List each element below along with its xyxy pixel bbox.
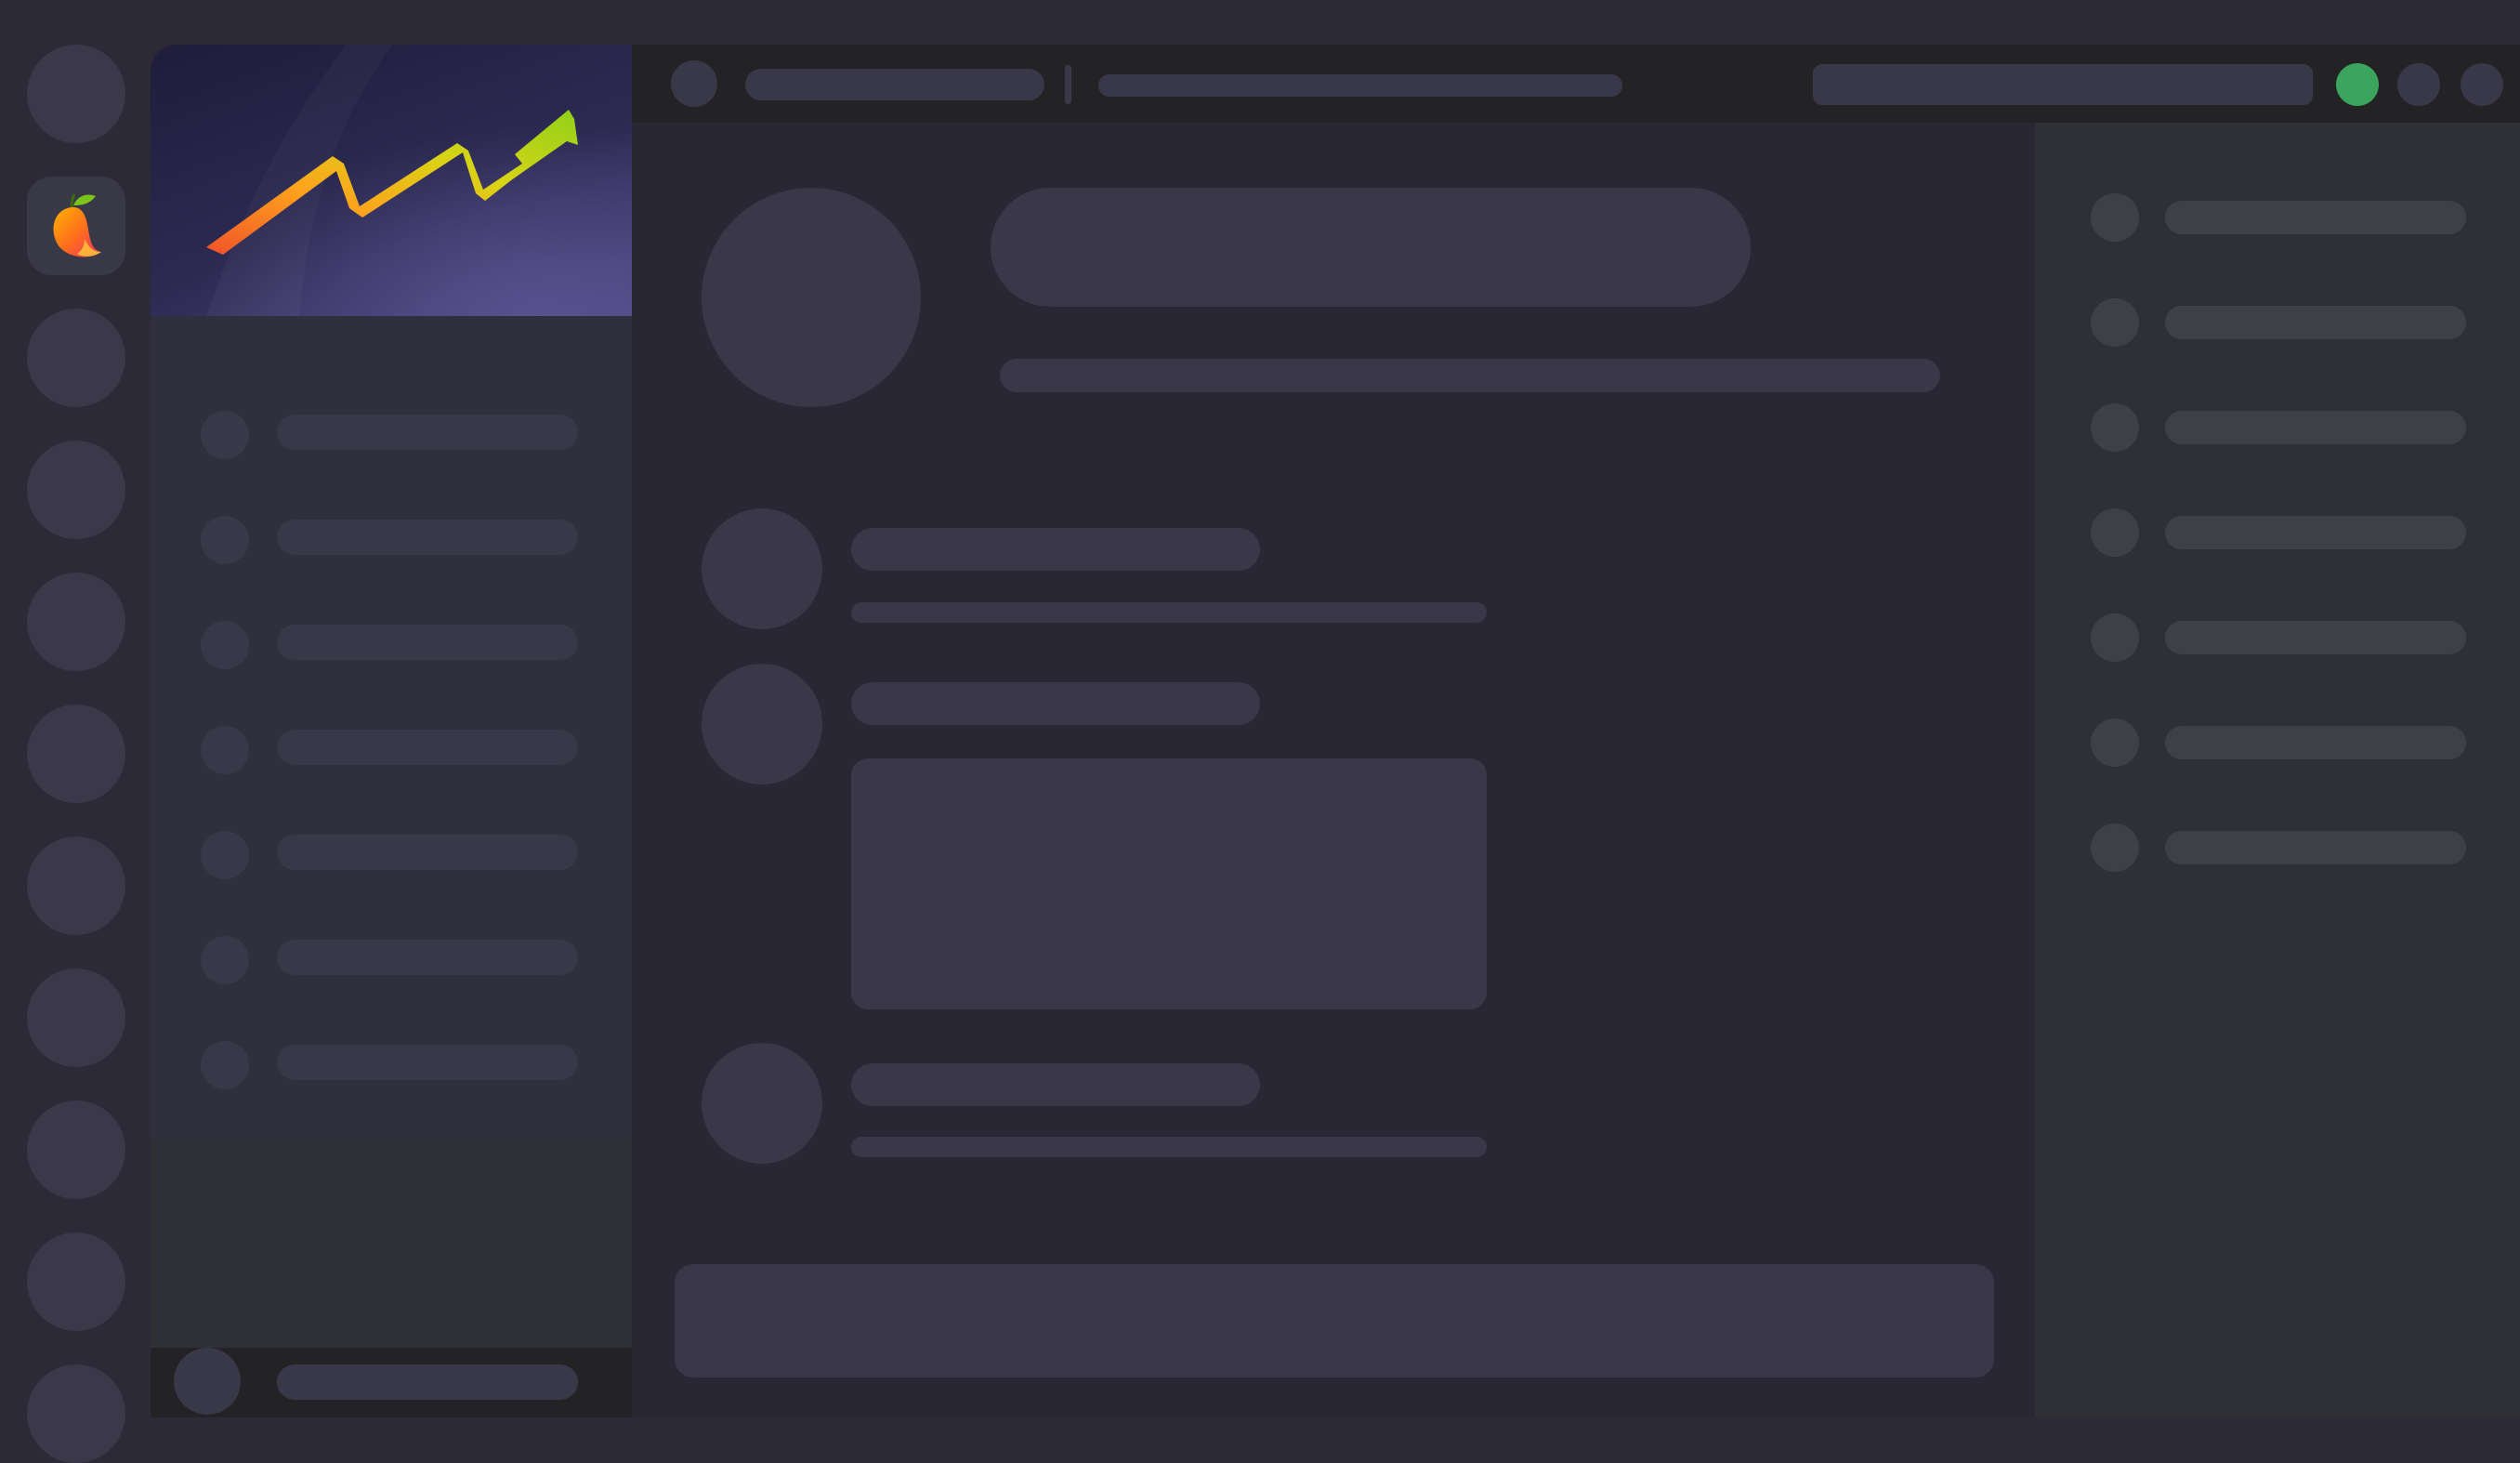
channel-item[interactable] — [277, 1045, 578, 1080]
help-icon[interactable] — [2461, 63, 2503, 106]
server-banner[interactable] — [151, 45, 632, 316]
channel-name — [745, 69, 1044, 100]
member-avatar[interactable] — [2091, 718, 2139, 767]
server-icon-home[interactable] — [27, 45, 125, 143]
message-avatar[interactable] — [702, 664, 822, 784]
server-icon[interactable] — [27, 1364, 125, 1463]
channel-item[interactable] — [277, 835, 578, 870]
channel-item[interactable] — [277, 625, 578, 660]
message-avatar[interactable] — [702, 508, 822, 629]
message-author[interactable] — [851, 528, 1260, 571]
server-icon[interactable] — [27, 969, 125, 1067]
channel-item[interactable] — [277, 730, 578, 765]
channel-icon — [201, 621, 249, 669]
channel-icon — [201, 1041, 249, 1089]
member-item[interactable] — [2165, 411, 2466, 444]
mango-logo-icon — [53, 193, 101, 257]
channel-icon — [201, 516, 249, 564]
trending-up-arrow-icon — [151, 45, 632, 316]
server-icon-mango[interactable] — [27, 177, 125, 275]
member-avatar[interactable] — [2091, 613, 2139, 662]
member-item[interactable] — [2165, 306, 2466, 339]
user-avatar[interactable] — [174, 1348, 241, 1415]
message-text — [851, 602, 1487, 623]
channel-welcome-description — [1000, 359, 1940, 392]
channel-item[interactable] — [277, 940, 578, 975]
channel-welcome-avatar — [702, 188, 921, 407]
channel-welcome-title — [991, 188, 1751, 307]
server-icon[interactable] — [27, 309, 125, 407]
sidebar-spacer — [151, 1139, 632, 1348]
message-attachment[interactable] — [851, 758, 1487, 1009]
channel-topic — [1098, 74, 1622, 97]
channel-icon — [201, 936, 249, 984]
channel-icon — [201, 831, 249, 879]
member-item[interactable] — [2165, 831, 2466, 864]
username — [277, 1364, 578, 1400]
channel-header — [632, 45, 2520, 123]
member-avatar[interactable] — [2091, 824, 2139, 872]
message-text — [851, 1137, 1487, 1157]
user-panel — [151, 1348, 632, 1417]
search-input[interactable] — [1813, 64, 2313, 105]
channel-icon — [201, 411, 249, 459]
message-author[interactable] — [851, 682, 1260, 725]
channel-item[interactable] — [277, 415, 578, 450]
channel-icon — [201, 726, 249, 774]
server-icon[interactable] — [27, 441, 125, 539]
channel-list — [151, 316, 632, 1139]
server-icon[interactable] — [27, 837, 125, 935]
header-divider — [1065, 65, 1071, 104]
member-item[interactable] — [2165, 516, 2466, 549]
member-avatar[interactable] — [2091, 403, 2139, 452]
server-icon[interactable] — [27, 573, 125, 671]
message-author[interactable] — [851, 1063, 1260, 1106]
member-item[interactable] — [2165, 726, 2466, 759]
message-input[interactable] — [675, 1264, 1994, 1377]
server-icon[interactable] — [27, 1232, 125, 1331]
server-icon[interactable] — [27, 705, 125, 803]
server-rail — [0, 0, 151, 1463]
member-avatar[interactable] — [2091, 508, 2139, 557]
member-item[interactable] — [2165, 201, 2466, 234]
channel-item[interactable] — [277, 520, 578, 555]
channel-hash-icon — [671, 60, 717, 107]
member-list — [2035, 123, 2520, 1417]
inbox-icon[interactable] — [2397, 63, 2440, 106]
status-online-icon[interactable] — [2336, 63, 2379, 106]
member-item[interactable] — [2165, 621, 2466, 654]
message-avatar[interactable] — [702, 1043, 822, 1164]
member-avatar[interactable] — [2091, 193, 2139, 242]
member-avatar[interactable] — [2091, 298, 2139, 347]
chat-area — [632, 123, 2035, 1417]
server-icon[interactable] — [27, 1101, 125, 1199]
channel-sidebar — [151, 45, 632, 1417]
